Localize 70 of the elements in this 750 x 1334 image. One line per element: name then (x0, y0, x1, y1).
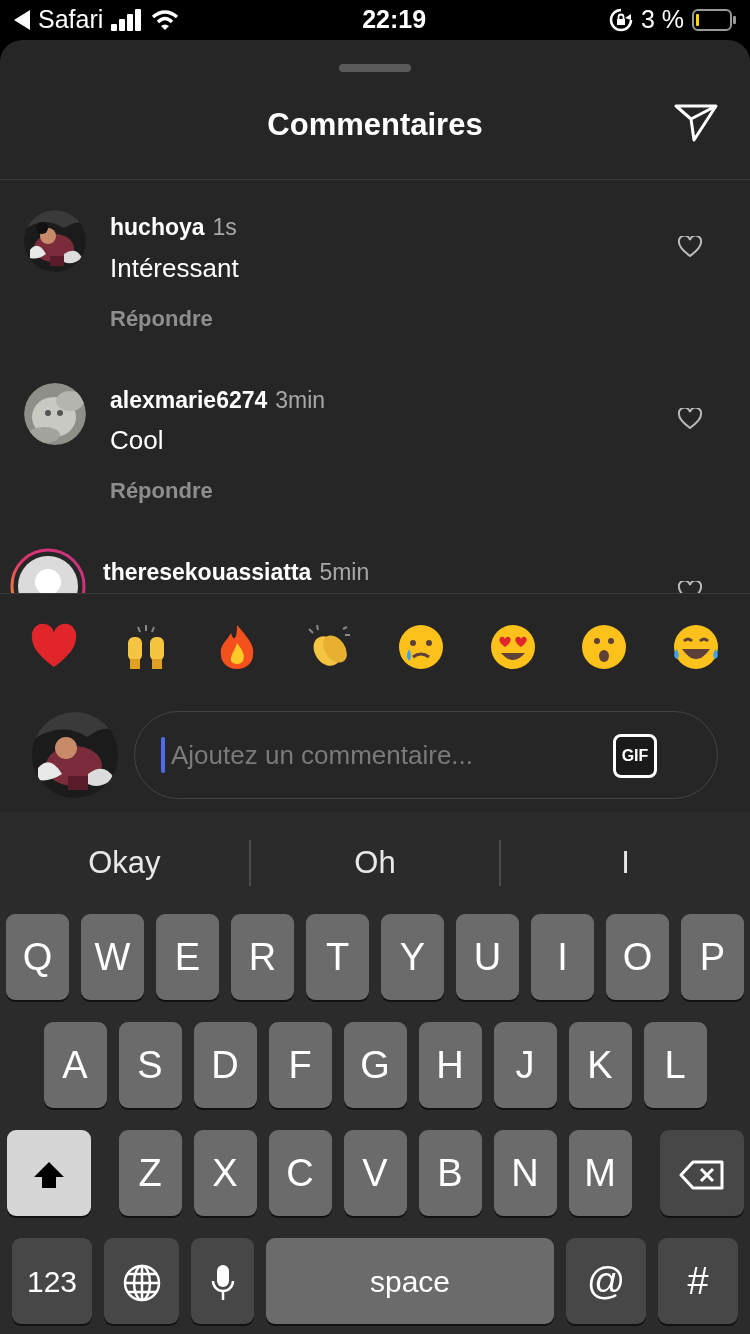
comment-time: 5min (319, 558, 370, 587)
reply-button[interactable]: Répondre (110, 301, 213, 335)
back-icon[interactable] (14, 10, 30, 30)
signal-icon (111, 9, 144, 31)
key[interactable]: V (343, 1130, 407, 1216)
suggestion[interactable]: I (501, 839, 750, 887)
sheet-title: Commentaires (267, 106, 483, 145)
numbers-key[interactable]: 123 (12, 1238, 92, 1324)
key[interactable]: O (606, 914, 669, 1000)
reply-button[interactable]: Répondre (110, 474, 213, 507)
shift-key[interactable] (6, 1130, 91, 1216)
key[interactable]: B (418, 1130, 482, 1216)
clock: 22:19 (361, 4, 428, 36)
heart-icon (678, 235, 702, 258)
surprised-face-icon[interactable] (580, 622, 629, 671)
key[interactable]: C (268, 1130, 332, 1216)
crying-face-icon[interactable] (396, 622, 445, 671)
username[interactable]: huchoya (110, 210, 205, 245)
backspace-icon (678, 1160, 725, 1191)
key[interactable]: S (118, 1022, 182, 1108)
back-app-link[interactable]: Safari (38, 1, 104, 39)
key[interactable]: K (568, 1022, 632, 1108)
gif-button[interactable]: GIF (613, 734, 657, 778)
heart-eyes-face-icon[interactable] (488, 622, 537, 671)
globe-key[interactable] (104, 1238, 179, 1324)
suggestion[interactable]: Okay (0, 839, 249, 887)
key[interactable]: L (643, 1022, 707, 1108)
comment-text: Cool (110, 424, 165, 457)
globe-icon (121, 1263, 162, 1304)
key[interactable]: A (43, 1022, 107, 1108)
comment-text: Intéressant (110, 251, 240, 285)
rotation-lock-icon (608, 8, 633, 32)
key[interactable]: J (493, 1022, 557, 1108)
send-button[interactable] (674, 102, 718, 142)
heart-icon (678, 408, 702, 431)
key[interactable]: Y (381, 914, 444, 1000)
key[interactable]: H (418, 1022, 482, 1108)
key[interactable]: I (531, 914, 594, 1000)
battery-icon (692, 9, 736, 31)
dictation-key[interactable] (191, 1238, 254, 1324)
key[interactable]: R (231, 914, 294, 1000)
key[interactable]: T (306, 914, 369, 1000)
drag-handle[interactable] (339, 64, 411, 72)
username[interactable]: alexmarie6274 (110, 382, 268, 417)
like-button[interactable] (678, 406, 702, 431)
comment-time: 3min (275, 385, 326, 415)
key[interactable]: Z (118, 1130, 182, 1216)
key[interactable]: U (456, 914, 519, 1000)
key[interactable]: D (193, 1022, 257, 1108)
key[interactable]: W (81, 914, 144, 1000)
key[interactable]: F (268, 1022, 332, 1108)
key[interactable]: P (681, 914, 744, 1000)
key[interactable]: N (493, 1130, 557, 1216)
at-key[interactable]: @ (566, 1238, 646, 1324)
laughing-face-icon[interactable] (671, 622, 720, 671)
key[interactable]: G (343, 1022, 407, 1108)
space-key[interactable]: space (266, 1238, 554, 1324)
key[interactable]: X (193, 1130, 257, 1216)
key[interactable]: Q (6, 914, 69, 1000)
wifi-icon (151, 10, 180, 30)
suggestion[interactable]: Oh (250, 839, 500, 887)
comment-time: 1s (212, 213, 237, 242)
send-icon (674, 102, 718, 142)
key[interactable]: M (568, 1130, 632, 1216)
key[interactable]: E (156, 914, 219, 1000)
backspace-key[interactable] (659, 1130, 744, 1216)
like-button[interactable] (678, 234, 702, 258)
username[interactable]: theresekouassiatta (103, 555, 312, 590)
battery-percent: 3 % (640, 4, 684, 36)
hash-key[interactable]: # (658, 1238, 738, 1324)
